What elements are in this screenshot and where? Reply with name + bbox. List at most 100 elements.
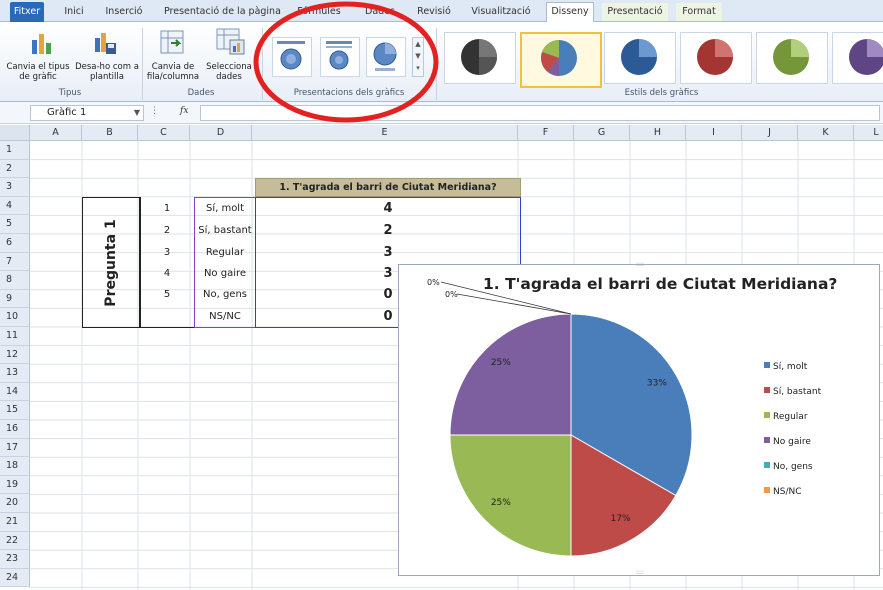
- legend-swatch: [764, 462, 770, 468]
- row-header-12[interactable]: 12: [0, 345, 30, 365]
- resize-handle-top[interactable]: ::::: [635, 262, 645, 268]
- tab-home[interactable]: Inici: [58, 3, 90, 21]
- category-cell[interactable]: NS/NC: [194, 307, 256, 328]
- row-header-19[interactable]: 19: [0, 475, 30, 495]
- row-number-cell[interactable]: [140, 307, 194, 328]
- name-box-dropdown-icon[interactable]: ▼: [134, 106, 140, 120]
- chart-style-2[interactable]: [520, 32, 602, 88]
- column-header-g[interactable]: G: [574, 125, 630, 141]
- switch-row-column-button[interactable]: Canvia de fila/columna: [144, 62, 202, 82]
- pie-slice-3[interactable]: [449, 434, 572, 557]
- value-cell[interactable]: 3: [256, 243, 520, 264]
- column-header-h[interactable]: H: [630, 125, 686, 141]
- data-label-5[interactable]: 0%: [427, 278, 440, 287]
- row-header-24[interactable]: 24: [0, 568, 30, 588]
- column-header-k[interactable]: K: [798, 125, 854, 141]
- insert-function-button[interactable]: fx: [180, 106, 188, 116]
- data-label-3[interactable]: 25%: [491, 498, 511, 508]
- category-cell[interactable]: Regular: [194, 243, 256, 264]
- change-chart-type-button[interactable]: Canvia el tipus de gràfic: [2, 62, 74, 82]
- row-header-8[interactable]: 8: [0, 271, 30, 290]
- column-header-f[interactable]: F: [518, 125, 574, 141]
- legend-item-4[interactable]: No gaire: [764, 436, 811, 448]
- column-header-j[interactable]: J: [742, 125, 798, 141]
- legend-swatch: [764, 362, 770, 368]
- value-cell[interactable]: 2: [256, 221, 520, 242]
- column-header-l[interactable]: L: [854, 125, 883, 141]
- tab-chart-layout[interactable]: Presentació: [602, 3, 668, 21]
- category-cell[interactable]: Sí, bastant: [194, 221, 256, 242]
- row-header-2[interactable]: 2: [0, 159, 30, 179]
- row-header-6[interactable]: 6: [0, 234, 30, 253]
- tab-format[interactable]: Format: [676, 3, 722, 21]
- pie-slice-4[interactable]: [449, 313, 572, 436]
- data-label-2[interactable]: 17%: [611, 514, 631, 524]
- chart-style-3[interactable]: [604, 32, 676, 84]
- chart-style-5[interactable]: [756, 32, 828, 84]
- legend-swatch: [764, 487, 770, 493]
- legend-item-3[interactable]: Regular: [764, 411, 808, 423]
- resize-handle-bottom[interactable]: ::::: [635, 570, 645, 576]
- row-number-cell[interactable]: 1: [140, 199, 194, 220]
- ribbon-separator: [142, 28, 143, 100]
- name-box[interactable]: Gràfic 1 ▼: [30, 105, 144, 121]
- row-header-23[interactable]: 23: [0, 550, 30, 569]
- column-header-c[interactable]: C: [138, 125, 190, 141]
- style-pie-icon: [461, 39, 497, 75]
- legend-item-5[interactable]: No, gens: [764, 461, 813, 473]
- row-header-4[interactable]: 4: [0, 196, 30, 216]
- legend-item-1[interactable]: Sí, molt: [764, 361, 807, 373]
- tab-design[interactable]: Disseny: [546, 2, 594, 23]
- leader-line-6: [456, 293, 572, 315]
- column-header-i[interactable]: I: [686, 125, 742, 141]
- chart-style-1[interactable]: [444, 32, 516, 84]
- tab-view[interactable]: Visualització: [468, 3, 534, 21]
- row-number-cell[interactable]: 5: [140, 285, 194, 306]
- row-header-17[interactable]: 17: [0, 438, 30, 458]
- row-header-15[interactable]: 15: [0, 401, 30, 420]
- row-header-22[interactable]: 22: [0, 531, 30, 551]
- category-cell[interactable]: No gaire: [194, 264, 256, 285]
- table-header-cell[interactable]: 1. T'agrada el barri de Ciutat Meridiana…: [255, 178, 521, 197]
- data-label-1[interactable]: 33%: [647, 378, 667, 388]
- row-header-10[interactable]: 10: [0, 308, 30, 327]
- chart-style-4[interactable]: [680, 32, 752, 84]
- tab-file[interactable]: Fitxer: [10, 2, 44, 22]
- row-number-cell[interactable]: 4: [140, 264, 194, 285]
- category-cell[interactable]: Sí, molt: [194, 199, 256, 220]
- tab-insert[interactable]: Inserció: [98, 3, 150, 21]
- pie-chart[interactable]: 1. T'agrada el barri de Ciutat Meridiana…: [398, 262, 880, 576]
- legend-item-2[interactable]: Sí, bastant: [764, 386, 821, 398]
- row-header-7[interactable]: 7: [0, 252, 30, 272]
- save-as-template-button[interactable]: Desa-ho com a plantilla: [74, 62, 140, 82]
- row-header-18[interactable]: 18: [0, 457, 30, 476]
- chart-style-6[interactable]: [832, 32, 883, 84]
- row-number-cell[interactable]: 2: [140, 221, 194, 242]
- row-header-1[interactable]: 1: [0, 141, 30, 160]
- row-header-11[interactable]: 11: [0, 327, 30, 346]
- legend-label: No gaire: [773, 437, 811, 447]
- row-header-20[interactable]: 20: [0, 494, 30, 513]
- row-header-5[interactable]: 5: [0, 215, 30, 234]
- row-header-16[interactable]: 16: [0, 420, 30, 439]
- row-header-21[interactable]: 21: [0, 513, 30, 532]
- column-header-a[interactable]: A: [30, 125, 82, 141]
- legend-label: Sí, bastant: [773, 387, 822, 397]
- question-merged-cell[interactable]: Pregunta 1: [82, 197, 140, 328]
- legend-label: Sí, molt: [773, 362, 808, 372]
- column-header-d[interactable]: D: [190, 125, 252, 141]
- select-all-corner[interactable]: [0, 125, 30, 141]
- row-header-14[interactable]: 14: [0, 382, 30, 402]
- data-label-4[interactable]: 25%: [491, 358, 511, 368]
- row-header-9[interactable]: 9: [0, 289, 30, 309]
- data-label-6[interactable]: 0%: [445, 290, 458, 299]
- value-cell[interactable]: 4: [256, 199, 520, 220]
- row-header-13[interactable]: 13: [0, 364, 30, 383]
- style-pie-icon: [621, 39, 657, 75]
- legend-item-6[interactable]: NS/NC: [764, 486, 802, 498]
- row-number-cell[interactable]: 3: [140, 243, 194, 264]
- column-header-b[interactable]: B: [82, 125, 138, 141]
- style-pie-icon: [849, 39, 883, 75]
- category-cell[interactable]: No, gens: [194, 285, 256, 306]
- row-header-3[interactable]: 3: [0, 178, 30, 197]
